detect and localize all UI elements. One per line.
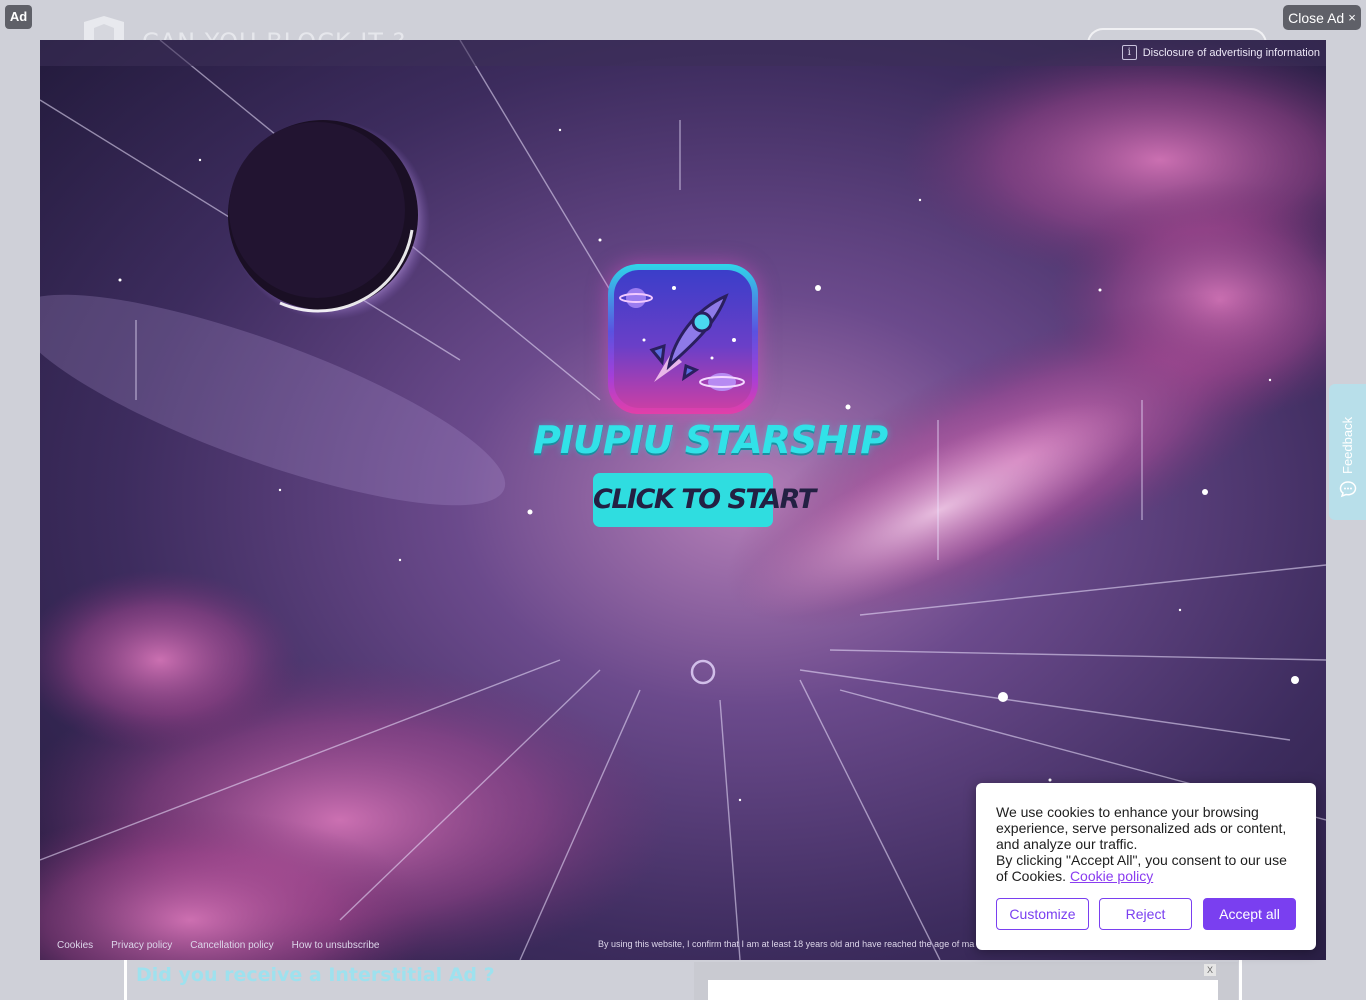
ad-badge: Ad xyxy=(5,5,32,29)
age-notice: By using this website, I confirm that I … xyxy=(598,939,975,949)
game-title: PIUPIU STARSHIP xyxy=(533,418,888,462)
inline-ad-slot: X xyxy=(694,962,1238,1000)
info-icon: i xyxy=(1121,45,1137,60)
close-ad-label: Close Ad xyxy=(1288,9,1345,26)
close-icon: × xyxy=(1348,10,1356,25)
game-app-icon[interactable] xyxy=(608,264,758,414)
footer-link-unsubscribe[interactable]: How to unsubscribe xyxy=(292,940,380,951)
footer-link-cancellation-policy[interactable]: Cancellation policy xyxy=(190,940,273,951)
rocket-icon xyxy=(614,270,752,408)
cookie-policy-link[interactable]: Cookie policy xyxy=(1070,868,1153,884)
customize-button[interactable]: Customize xyxy=(996,898,1089,930)
inline-ad-close-button[interactable]: X xyxy=(1204,964,1216,976)
disclosure-text: Disclosure of advertising information xyxy=(1142,46,1320,59)
close-ad-button[interactable]: Close Ad × xyxy=(1283,5,1361,30)
footer-link-privacy-policy[interactable]: Privacy policy xyxy=(111,940,172,951)
accept-all-button[interactable]: Accept all xyxy=(1203,898,1296,930)
chat-bubble-icon xyxy=(1339,481,1357,498)
feedback-tab[interactable]: Feedback xyxy=(1329,384,1366,520)
footer-link-cookies[interactable]: Cookies xyxy=(57,940,93,951)
cookie-text: We use cookies to enhance your browsing … xyxy=(996,804,1301,884)
click-to-start-button[interactable]: CLICK TO START xyxy=(593,473,816,527)
reject-button[interactable]: Reject xyxy=(1099,898,1192,930)
ad-footer-links: Cookies Privacy policy Cancellation poli… xyxy=(57,940,380,951)
feedback-label: Feedback xyxy=(1340,416,1355,474)
inline-ad-frame[interactable] xyxy=(708,980,1218,1000)
disclosure-link[interactable]: i Disclosure of advertising information xyxy=(1121,45,1320,60)
article-heading: Did you receive a Interstitial Ad ? xyxy=(136,964,495,986)
disclosure-bar: i Disclosure of advertising information xyxy=(40,40,1326,66)
rocket-artwork xyxy=(614,270,752,408)
cookie-banner: We use cookies to enhance your browsing … xyxy=(976,783,1316,950)
cookie-text-intro: We use cookies to enhance your browsing … xyxy=(996,804,1287,852)
